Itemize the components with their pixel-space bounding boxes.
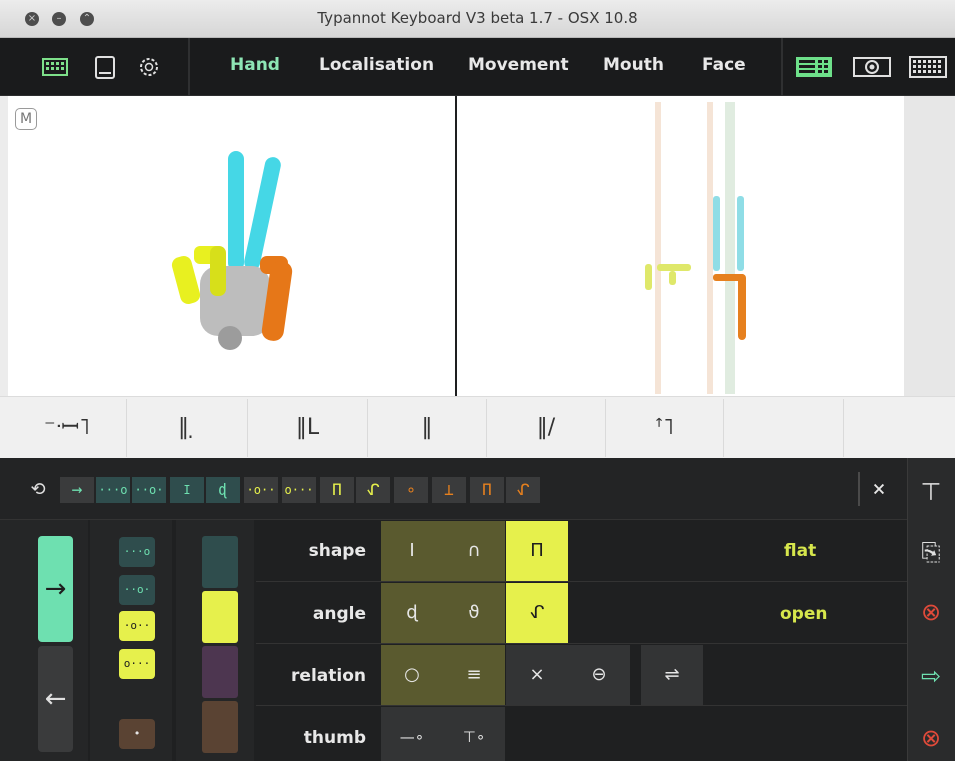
- glyph-stroke: [737, 196, 744, 271]
- back-arrow-button[interactable]: ←: [38, 646, 73, 752]
- angle-value: open: [780, 604, 828, 624]
- history-cell[interactable]: ‖: [368, 399, 487, 457]
- symbol-preview-viewport: [457, 96, 904, 396]
- title-bar: × – ⌃ Typannot Keyboard V3 beta 1.7 - OS…: [0, 0, 955, 38]
- symbol-history-row: ⁻ᐧꟷ˥ ‖ ̣ ‖L ‖ ‖/ ꜛ˥: [0, 396, 955, 458]
- thumb-option[interactable]: ⊤∘: [443, 707, 505, 761]
- delete-icon[interactable]: ⊗: [909, 592, 953, 632]
- history-cell[interactable]: ‖ ̣: [127, 399, 248, 457]
- shape-option[interactable]: I: [381, 521, 443, 581]
- sequence-item[interactable]: I: [170, 477, 204, 503]
- sequence-item[interactable]: ᖋ: [356, 477, 390, 503]
- sequence-item[interactable]: ·o··: [244, 477, 278, 503]
- angle-option[interactable]: ɖ: [381, 583, 443, 643]
- sequence-divider: [858, 472, 860, 506]
- keyboard-icon[interactable]: [40, 52, 70, 82]
- refresh-icon[interactable]: ⟲: [24, 477, 52, 503]
- finger-button[interactable]: o···: [119, 649, 155, 679]
- finger-button[interactable]: •: [119, 719, 155, 749]
- thumb-option[interactable]: —∘: [381, 707, 443, 761]
- color-swatch-purple[interactable]: [202, 646, 238, 698]
- guide-line: [725, 102, 735, 394]
- history-cell[interactable]: ‖L: [248, 399, 368, 457]
- glyph-stroke: [713, 196, 720, 271]
- guide-line: [655, 102, 661, 394]
- middle-finger-shape: [244, 157, 281, 270]
- forward-arrow-button[interactable]: →: [38, 536, 73, 642]
- gear-icon[interactable]: [134, 52, 164, 82]
- history-cell[interactable]: ꜛ˥: [606, 399, 724, 457]
- glyph-stroke: [645, 264, 652, 290]
- relation-option[interactable]: ×: [506, 645, 568, 705]
- tab-movement[interactable]: Movement: [468, 55, 569, 75]
- toolbar-divider: [188, 38, 190, 96]
- tab-localisation[interactable]: Localisation: [319, 55, 434, 75]
- book-icon[interactable]: [90, 52, 120, 82]
- close-icon[interactable]: ×: [866, 477, 892, 503]
- guide-line: [707, 102, 713, 394]
- sequence-item[interactable]: ɖ: [206, 477, 240, 503]
- color-swatch-brown[interactable]: [202, 701, 238, 753]
- shape-option-selected[interactable]: Π: [506, 521, 568, 581]
- enter-icon[interactable]: ⇨: [909, 656, 953, 696]
- tab-face[interactable]: Face: [702, 55, 746, 75]
- hand-3d-model: [171, 151, 293, 350]
- relation-option[interactable]: ≡: [443, 645, 505, 705]
- wrist-shape: [218, 326, 242, 350]
- row-label: shape: [308, 541, 366, 561]
- sequence-item[interactable]: ··o·: [132, 477, 166, 503]
- app-window: × – ⌃ Typannot Keyboard V3 beta 1.7 - OS…: [0, 0, 955, 761]
- exit-icon[interactable]: ⊗: [909, 718, 953, 758]
- shape-value: flat: [784, 541, 817, 561]
- shape-option[interactable]: ∩: [443, 521, 505, 581]
- sequence-item[interactable]: ᖋ: [506, 477, 540, 503]
- relation-option[interactable]: ○: [381, 645, 443, 705]
- history-cell[interactable]: ⁻ᐧꟷ˥: [8, 399, 127, 457]
- sequence-item[interactable]: →: [60, 477, 94, 503]
- insert-below-icon[interactable]: ⊤: [909, 472, 953, 512]
- history-cell[interactable]: ‖/: [487, 399, 606, 457]
- viewport-scroll-area: [904, 96, 955, 396]
- sequence-item[interactable]: ⊥: [432, 477, 466, 503]
- thumb-base-shape: [210, 246, 226, 296]
- row-label: relation: [291, 666, 366, 686]
- sequence-item[interactable]: Π: [320, 477, 354, 503]
- row-label: angle: [312, 604, 366, 624]
- main-toolbar: Hand Localisation Movement Mouth Face: [0, 38, 955, 96]
- sequence-item[interactable]: Π: [470, 477, 504, 503]
- export-icon[interactable]: ⎘: [909, 532, 953, 572]
- symbol-preview: [645, 102, 746, 394]
- target-icon[interactable]: [853, 52, 891, 82]
- relation-option[interactable]: ⊖: [568, 645, 630, 705]
- glyph-stroke: [669, 271, 676, 285]
- tab-hand[interactable]: Hand: [230, 55, 280, 75]
- sequence-item[interactable]: ∘: [394, 477, 428, 503]
- finger-button[interactable]: ···o: [119, 537, 155, 567]
- toolbar-divider: [781, 38, 783, 96]
- angle-option[interactable]: ϑ: [443, 583, 505, 643]
- sequence-item[interactable]: ···o: [96, 477, 130, 503]
- history-cell-empty[interactable]: [724, 399, 844, 457]
- glyph-stroke: [738, 274, 746, 340]
- glyph-stroke: [657, 264, 691, 271]
- color-swatch-teal[interactable]: [202, 536, 238, 588]
- angle-option-selected[interactable]: ᖋ: [506, 583, 568, 643]
- sequence-bar: ⟲ → ···o ··o· I ɖ ·o·· o··· Π ᖋ ∘ ⊥ Π ᖋ …: [0, 458, 907, 520]
- hand-3d-viewport[interactable]: [8, 96, 455, 396]
- window-title: Typannot Keyboard V3 beta 1.7 - OSX 10.8: [317, 9, 638, 27]
- row-label: thumb: [303, 728, 366, 748]
- viewport-edge: [0, 96, 8, 396]
- sequence-item[interactable]: o···: [282, 477, 316, 503]
- tab-mouth[interactable]: Mouth: [603, 55, 664, 75]
- finger-button[interactable]: ·o··: [119, 611, 155, 641]
- index-finger-shape: [228, 151, 244, 271]
- mode-badge[interactable]: M: [15, 108, 37, 130]
- finger-button[interactable]: ··o·: [119, 575, 155, 605]
- color-swatch-yellow[interactable]: [202, 591, 238, 643]
- list-view-icon[interactable]: [796, 52, 832, 82]
- relation-option[interactable]: ⇌: [641, 645, 703, 705]
- grid-view-icon[interactable]: [909, 52, 947, 82]
